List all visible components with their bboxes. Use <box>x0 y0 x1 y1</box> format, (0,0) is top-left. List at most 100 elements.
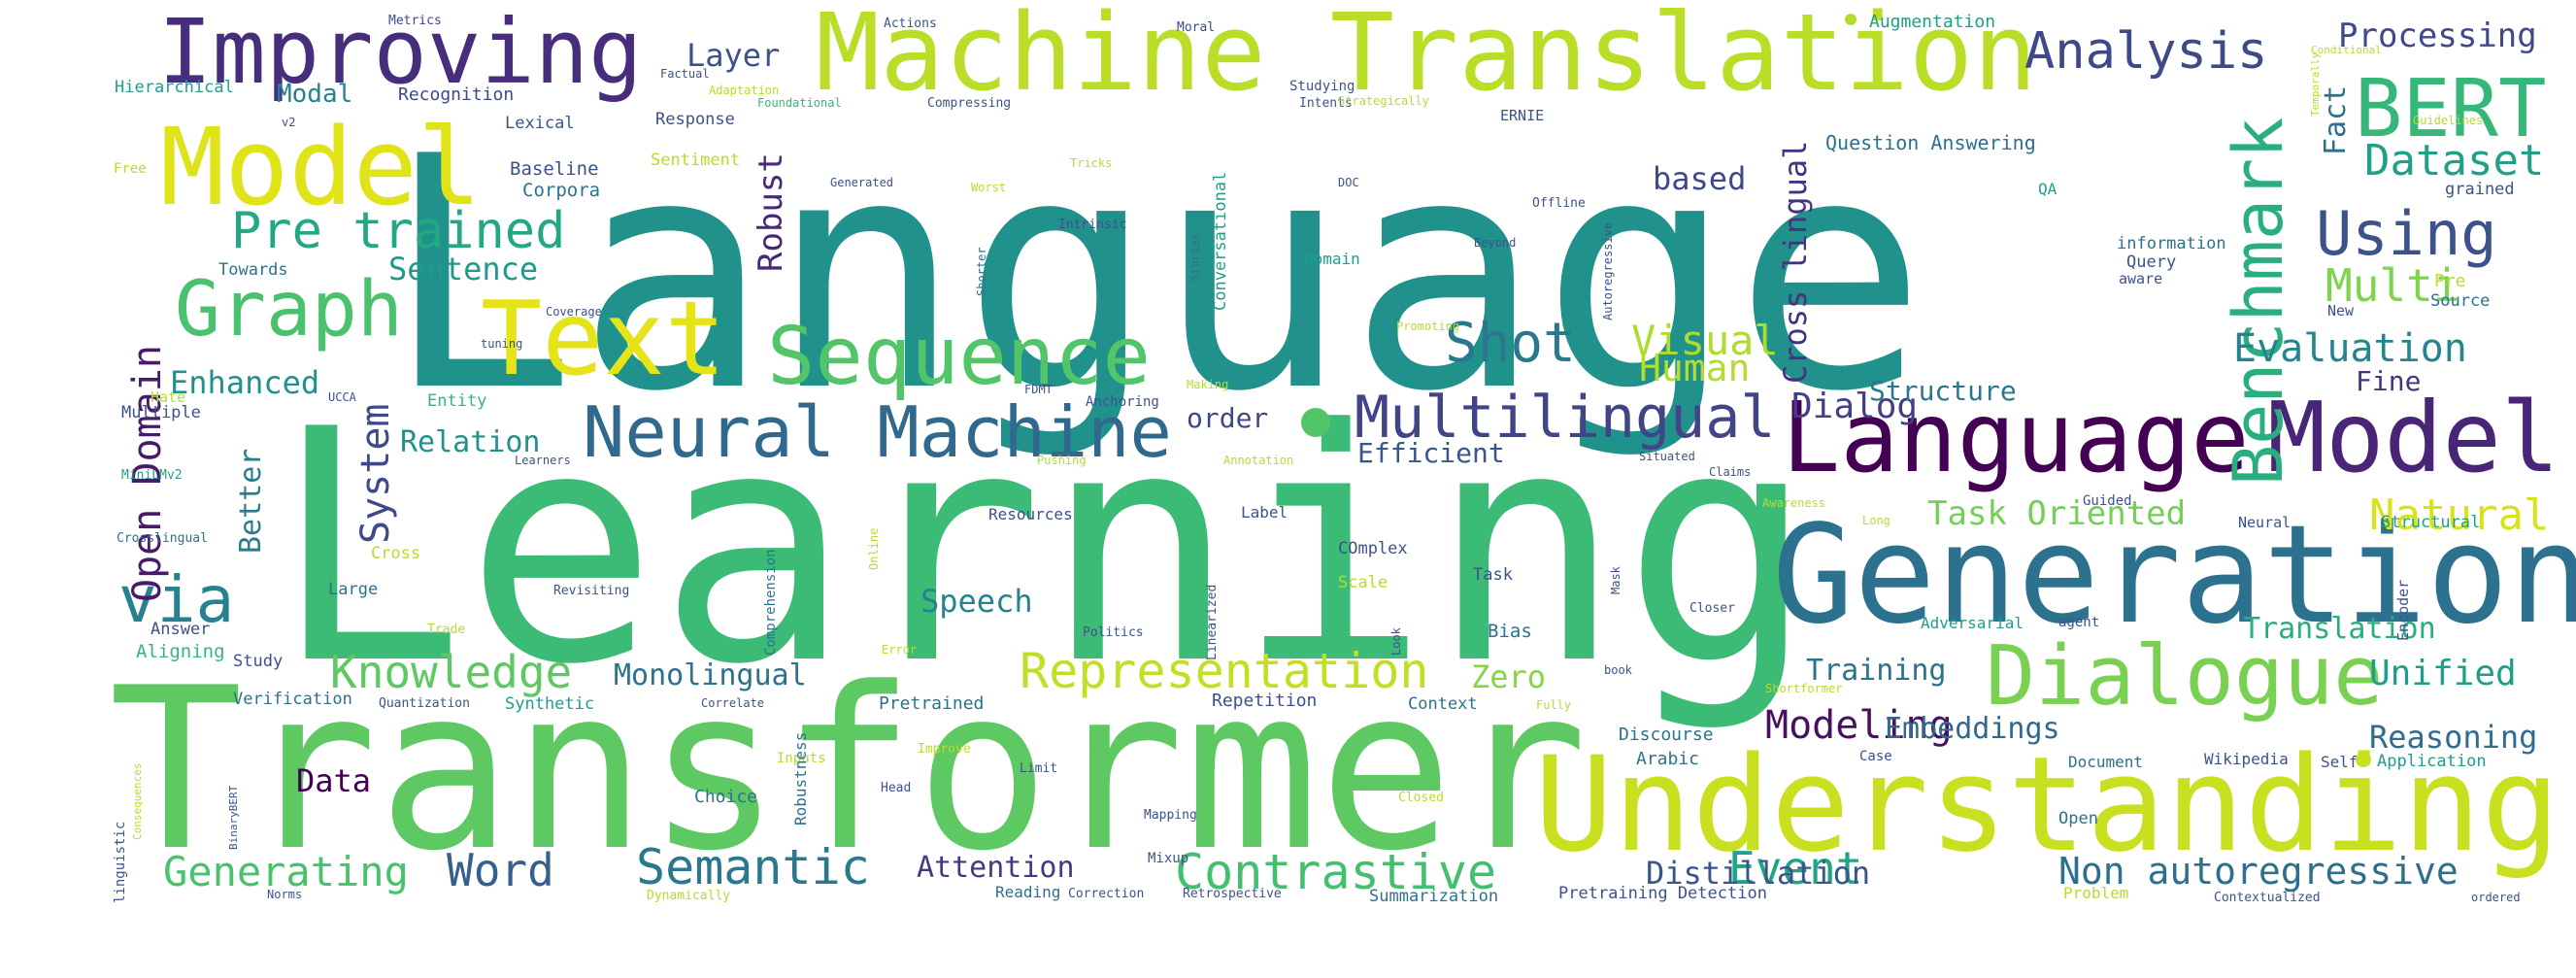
word-recognition-68: Recognition <box>398 84 514 105</box>
word-stories-108: Stories <box>1188 232 1202 282</box>
word-study-157: Study <box>233 652 283 671</box>
word-compressing-82: Compressing <box>927 96 1011 111</box>
word-error-158: Error <box>882 643 917 657</box>
word-discourse-169: Discourse <box>1619 725 1714 745</box>
word-order-54: order <box>1187 402 1268 434</box>
word-coverage-113: Coverage <box>546 305 602 319</box>
word-binarybert-177: BinaryBERT <box>227 785 240 850</box>
word-robustness-181: Robustness <box>791 732 810 826</box>
word-scale-147: Scale <box>1338 573 1388 592</box>
word-ucca-118: UCCA <box>328 390 357 404</box>
word-consequences-178: Consequences <box>131 763 144 840</box>
word-arabic-170: Arabic <box>1636 749 1699 769</box>
word-dataset-30: Dataset <box>2364 136 2544 185</box>
word-enhanced-50: Enhanced <box>170 364 319 401</box>
word-baseline-75: Baseline <box>510 158 599 180</box>
word-online-144: Online <box>867 528 881 570</box>
word-human-42: Human <box>1639 347 1750 389</box>
word-verification-160: Verification <box>233 690 352 709</box>
word-shorter-109: Shorter <box>975 247 988 296</box>
word-adversarial-199: Adversarial <box>1921 614 2024 632</box>
word-self-174: Self <box>2321 753 2359 771</box>
word-fully-167: Fully <box>1536 698 1571 712</box>
word-cross-lingual-43: Cross lingual <box>1777 141 1814 384</box>
word-efficient-53: Efficient <box>1357 437 1505 469</box>
word-task-140: Task <box>1473 565 1513 585</box>
word-query-99: Query <box>2126 253 2176 272</box>
word-information-98: information <box>2117 234 2226 253</box>
decorative-dot-0 <box>1301 408 1330 437</box>
word-analysis-27: Analysis <box>2024 22 2267 81</box>
word-retrospective-194: Retrospective <box>1183 887 1282 901</box>
word-benchmark-17: Benchmark <box>2219 118 2298 486</box>
word-generated-107: Generated <box>830 176 893 189</box>
word-correction-193: Correction <box>1068 887 1144 901</box>
word-free-115: Free <box>114 161 147 177</box>
word-lexical-74: Lexical <box>505 114 575 133</box>
word-fdmt-121: FDMT <box>1024 383 1053 396</box>
word-guidelines-92: Guidelines <box>2413 114 2483 127</box>
word-doc-110: DOC <box>1338 176 1359 189</box>
word-problem-188: Problem <box>2063 884 2128 902</box>
word-system-48: System <box>353 404 398 545</box>
word-label-138: Label <box>1241 503 1288 522</box>
word-robust-44: Robust <box>752 152 790 272</box>
word-studying-86: Studying <box>1289 79 1355 94</box>
word-cross-142: Cross <box>371 544 420 563</box>
word-source-96: Source <box>2430 291 2490 311</box>
word-actions-71: Actions <box>884 17 937 31</box>
word-linearized-146: Linearized <box>1205 585 1220 660</box>
word-reading-192: Reading <box>995 883 1060 901</box>
word-entity-120: Entity <box>427 391 486 411</box>
word-comprehension-145: Comprehension <box>763 549 779 656</box>
word-wikipedia-173: Wikipedia <box>2204 750 2289 768</box>
word-neural-134: Neural <box>2238 514 2291 531</box>
word-corpora-76: Corpora <box>522 180 600 201</box>
word-encoder-136: Encoder <box>2394 580 2412 641</box>
decorative-dot-1 <box>1845 14 1857 25</box>
word-pushing-127: Pushing <box>1037 454 1087 467</box>
word-making-122: Making <box>1187 378 1228 391</box>
word-aware-100: aware <box>2119 270 2162 287</box>
word-word-24: Word <box>447 844 554 896</box>
word-modal-67: Modal <box>277 80 352 109</box>
word-linguistic-176: linguistic <box>113 822 128 903</box>
word-autoregressive-101: Autoregressive <box>1601 222 1615 320</box>
word-pretrained-164: Pretrained <box>879 693 984 714</box>
word-attention-65: Attention <box>917 851 1075 885</box>
word-strategically-88: Strategically <box>1338 94 1429 108</box>
word-task-oriented-57: Task Oriented <box>1927 494 2186 533</box>
word-application-175: Application <box>2377 752 2487 771</box>
word-model-8: Model <box>2267 381 2559 494</box>
word-contextualized-189: Contextualized <box>2214 891 2321 905</box>
word-summarization-195: Summarization <box>1369 887 1498 906</box>
word-mask-141: Mask <box>1609 565 1623 594</box>
word-adaptation-84: Adaptation <box>709 84 779 97</box>
word-pre-95: Pre <box>2434 271 2466 291</box>
word-response-78: Response <box>655 110 735 129</box>
word-norms-197: Norms <box>267 888 302 901</box>
word-conversational-81: Conversational <box>1211 172 1230 311</box>
word-factual-83: Factual <box>660 67 710 81</box>
word-monolingual-60: Monolingual <box>614 658 807 692</box>
word-hierarchical-69: Hierarchical <box>115 78 234 97</box>
word-book-159: book <box>1604 663 1633 677</box>
word-long-132: Long <box>1862 514 1890 527</box>
word-offline-102: Offline <box>1532 196 1586 211</box>
word-agent-154: agent <box>2058 615 2099 630</box>
word-unified-34: Unified <box>2369 654 2517 693</box>
word-towards-77: Towards <box>218 260 288 280</box>
word-closed-186: Closed <box>1398 791 1444 805</box>
word-closer-149: Closer <box>1689 601 1735 616</box>
word-reasoning-63: Reasoning <box>2369 719 2537 756</box>
word-complex-139: COmplex <box>1338 539 1408 558</box>
word-domain-111: Domain <box>1304 250 1360 268</box>
word-look-148: Look <box>1389 626 1403 656</box>
word-aligning-156: Aligning <box>136 641 225 662</box>
word-structure-55: Structure <box>1869 375 2017 407</box>
word-speech-59: Speech <box>920 583 1033 620</box>
word-v2-116: v2 <box>282 116 295 129</box>
word-document-172: Document <box>2068 753 2143 771</box>
word-augmentation-73: Augmentation <box>1869 12 1995 32</box>
word-knowledge-21: Knowledge <box>330 646 572 698</box>
